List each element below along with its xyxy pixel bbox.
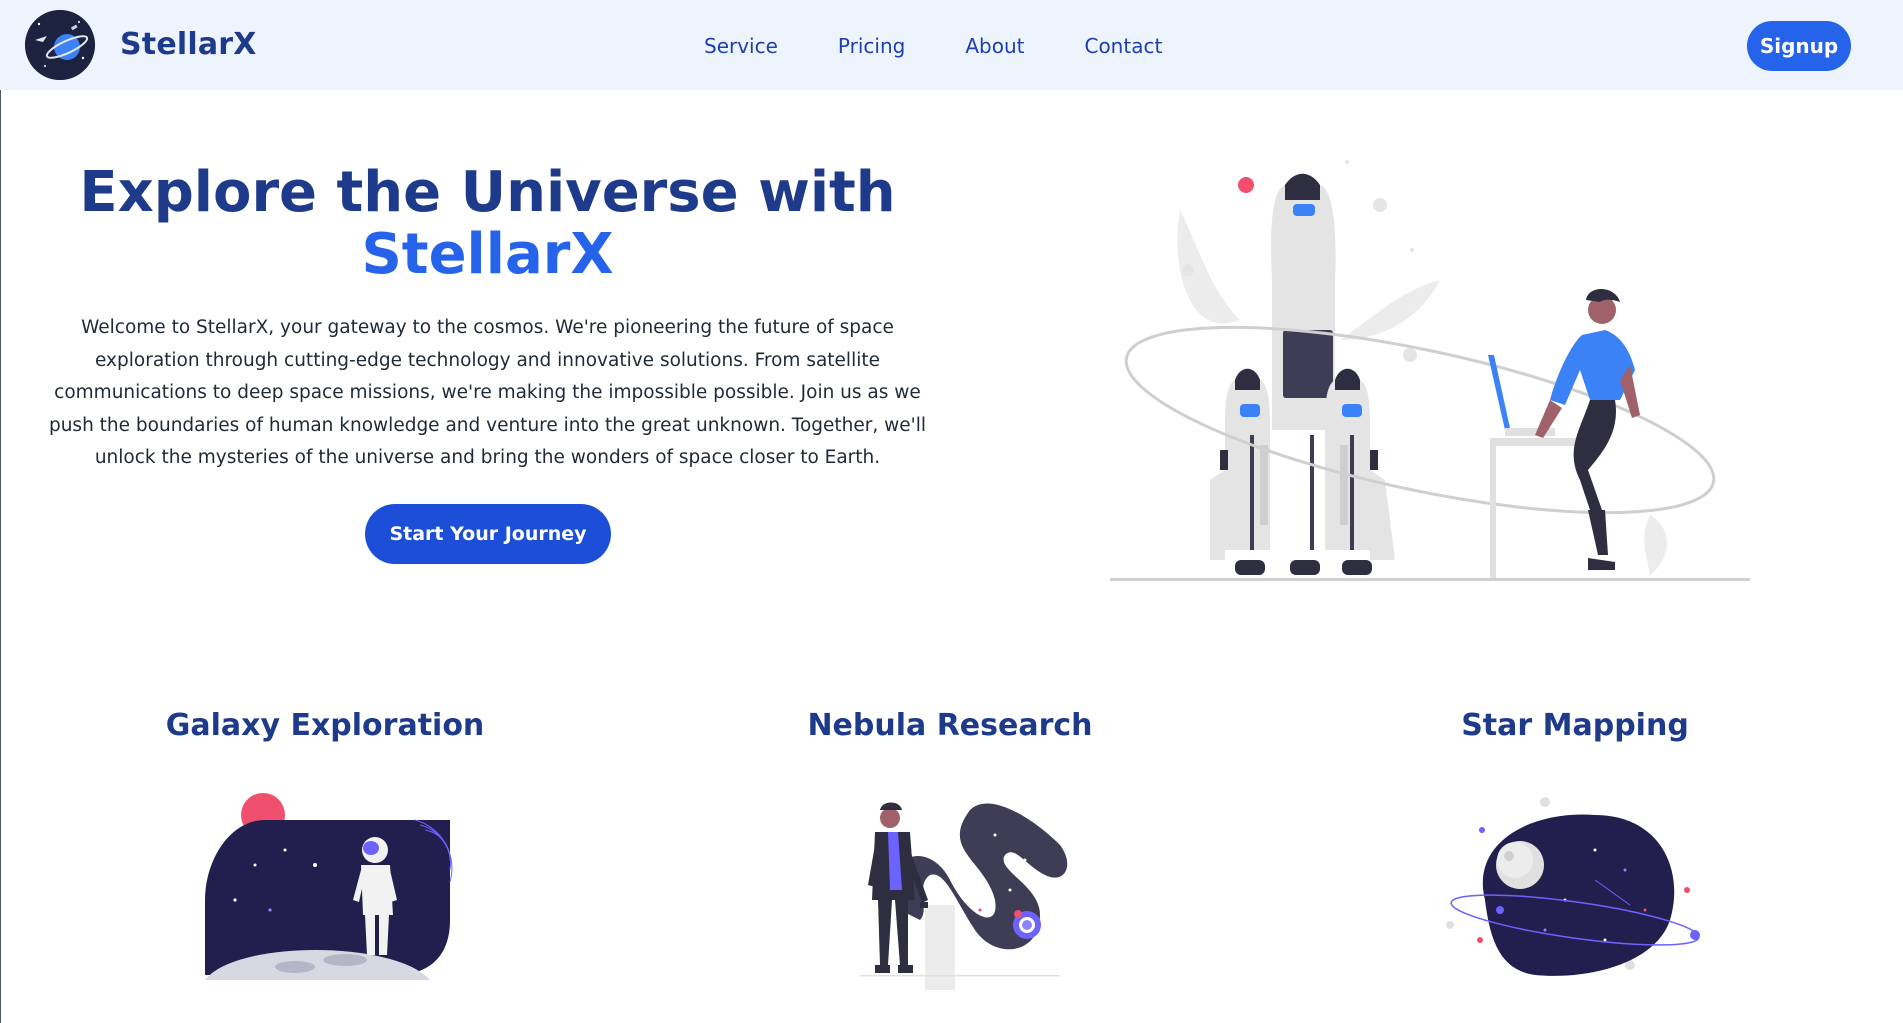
nav-link-contact[interactable]: Contact [1084,34,1162,58]
navbar: StellarX Service Pricing About Contact S… [0,0,1903,90]
feature-title-galaxy: Galaxy Exploration [165,708,485,743]
nav-link-service[interactable]: Service [704,34,778,58]
star-mapping-illustration [1445,790,1705,990]
brand-name[interactable]: StellarX [120,27,257,62]
logo-planet-icon[interactable] [25,10,95,80]
signup-button[interactable]: Signup [1747,21,1851,71]
nav-link-pricing[interactable]: Pricing [838,34,905,58]
nav-link-about[interactable]: About [965,34,1024,58]
hero-description: Welcome to StellarX, your gateway to the… [48,317,927,468]
hero-title-line1: Explore the Universe with [79,160,896,225]
hero-title-brand: StellarX [361,222,614,287]
main-nav: Service Pricing About Contact [704,34,1162,58]
astronaut-moon-illustration [195,790,455,990]
feature-title-star-mapping: Star Mapping [1461,708,1689,743]
hero-title: Explore the Universe with StellarX [30,162,945,286]
start-journey-button[interactable]: Start Your Journey [365,504,611,564]
rocket-launch-illustration [1110,150,1750,590]
nebula-research-illustration [820,790,1080,990]
feature-title-nebula: Nebula Research [807,708,1093,743]
